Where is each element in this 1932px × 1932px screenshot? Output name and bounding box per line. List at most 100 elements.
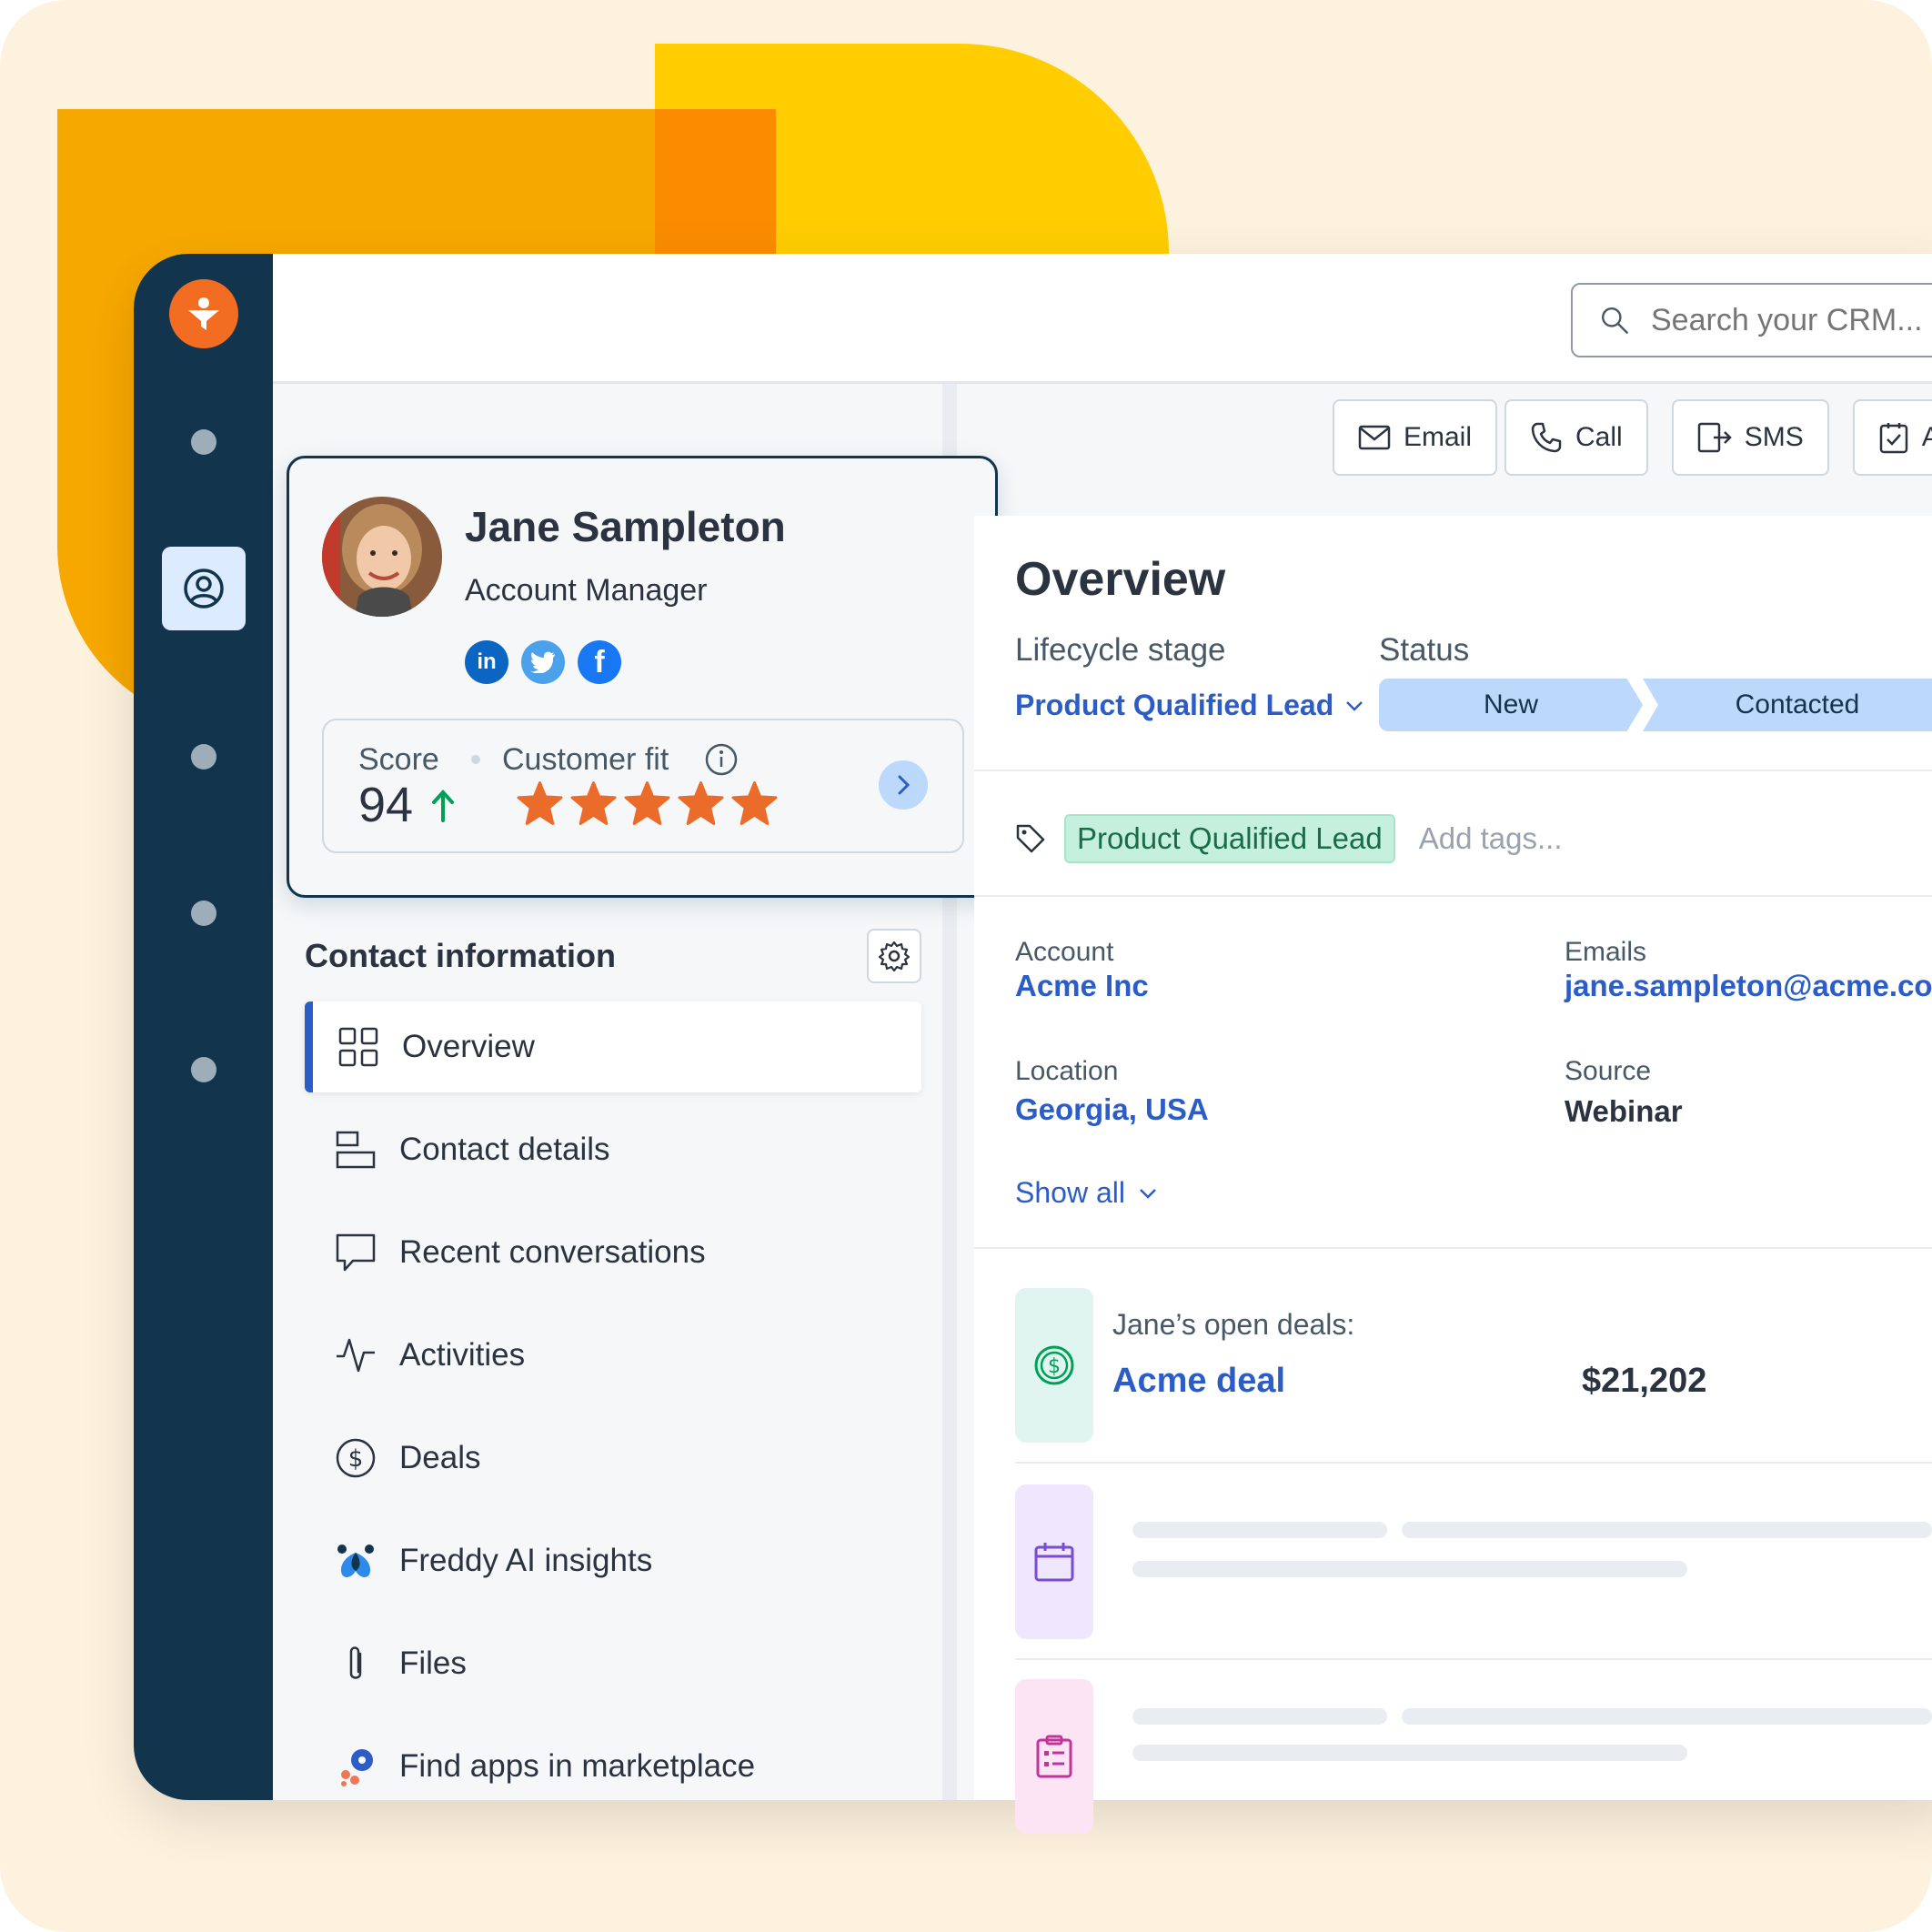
lifecycle-stage-dropdown[interactable]: Product Qualified Lead [1015, 689, 1364, 722]
email-link[interactable]: jane.sampleton@acme.co [1565, 969, 1932, 1003]
call-button[interactable]: Call [1504, 399, 1648, 476]
status-step-new[interactable]: New [1379, 679, 1643, 731]
nav-item-deals[interactable]: $ Deals [305, 1413, 921, 1504]
sms-button-label: SMS [1744, 422, 1804, 452]
gear-icon [878, 941, 911, 972]
rail-nav-dot-1[interactable] [191, 429, 216, 455]
tag-chip[interactable]: Product Qualified Lead [1064, 814, 1395, 863]
star-icon [731, 781, 778, 825]
divider [1015, 1658, 1932, 1660]
search-icon [1602, 307, 1628, 334]
dollar-icon: $ [1034, 1345, 1074, 1385]
chat-icon [334, 1231, 377, 1274]
nav-item-label: Files [399, 1645, 467, 1681]
emails-label: Emails [1565, 937, 1647, 967]
rail-nav-dot-2[interactable] [191, 744, 216, 770]
activity-icon [334, 1333, 377, 1377]
lifecycle-stage-value: Product Qualified Lead [1015, 689, 1334, 721]
contact-name: Jane Sampleton [465, 503, 786, 550]
sms-button[interactable]: SMS [1671, 399, 1829, 476]
nav-item-files[interactable]: Files [305, 1618, 921, 1709]
email-button[interactable]: Email [1333, 399, 1498, 476]
divider [974, 770, 1932, 771]
nav-item-label: Find apps in marketplace [399, 1748, 756, 1784]
settings-button[interactable] [867, 929, 921, 983]
star-icon [678, 781, 724, 825]
page-background: Email Call SMS Ad [0, 0, 1932, 1932]
status-pipeline: New Contacted [1379, 679, 1932, 731]
nav-item-activities[interactable]: Activities [305, 1310, 921, 1401]
call-button-label: Call [1575, 422, 1623, 452]
calendar-icon [1034, 1543, 1074, 1582]
location-link[interactable]: Georgia, USA [1015, 1092, 1209, 1127]
divider [1015, 1462, 1932, 1464]
source-value: Webinar [1565, 1094, 1683, 1128]
open-deals-label: Jane’s open deals: [1112, 1308, 1355, 1341]
dollar-icon: $ [334, 1436, 377, 1480]
arrow-up-icon [432, 790, 454, 822]
twitter-icon[interactable] [521, 640, 565, 684]
tags-row: Product Qualified Lead Add tags... [1015, 814, 1563, 863]
clipboard-icon [1036, 1735, 1072, 1778]
task-icon [1879, 423, 1907, 454]
contact-nav-list: Overview Contact details Recent conversa… [305, 1001, 921, 1824]
nav-item-recent-conversations[interactable]: Recent conversations [305, 1207, 921, 1298]
rail-nav-dot-3[interactable] [191, 901, 216, 926]
sms-icon [1697, 422, 1732, 453]
search-input[interactable] [1651, 302, 1932, 338]
nav-item-label: Activities [399, 1337, 526, 1373]
deal-amount: $21,202 [1582, 1362, 1707, 1400]
search-box[interactable] [1571, 283, 1932, 357]
overview-panel: Overview Lifecycle stage Status Product … [974, 516, 1932, 1834]
details-icon [334, 1128, 377, 1172]
customer-fit-label: Customer fit [502, 742, 669, 777]
nav-item-label: Deals [399, 1440, 481, 1475]
status-step-contacted[interactable]: Contacted [1643, 679, 1932, 731]
score-details-button[interactable] [879, 760, 928, 810]
show-all-button[interactable]: Show all [1015, 1176, 1158, 1210]
add-task-button-label: Ad [1921, 422, 1932, 452]
loading-placeholder [1132, 1708, 1387, 1725]
source-label: Source [1565, 1056, 1652, 1086]
loading-placeholder [1402, 1522, 1932, 1538]
account-link[interactable]: Acme Inc [1015, 969, 1149, 1003]
add-task-button[interactable]: Ad [1852, 399, 1932, 476]
add-tags-input[interactable]: Add tags... [1419, 821, 1563, 856]
marketplace-icon [334, 1745, 377, 1788]
customer-fit-stars [517, 780, 778, 826]
linkedin-icon[interactable]: in [465, 640, 508, 684]
star-icon [517, 781, 563, 825]
paperclip-icon [334, 1642, 377, 1685]
lifecycle-stage-label: Lifecycle stage [1015, 632, 1226, 668]
location-label: Location [1015, 1056, 1119, 1086]
chevron-right-icon [898, 775, 911, 795]
email-button-label: Email [1404, 422, 1473, 452]
contact-information-title: Contact information [305, 937, 616, 974]
nav-item-label: Recent conversations [399, 1234, 706, 1270]
tag-icon [1016, 824, 1045, 853]
score-box: Score Customer fit 94 [322, 719, 964, 853]
form-card-icon [1015, 1679, 1093, 1834]
chevron-down-icon [1346, 700, 1363, 711]
facebook-icon[interactable]: f [578, 640, 621, 684]
nav-item-find-apps[interactable]: Find apps in marketplace [305, 1721, 921, 1812]
loading-placeholder [1132, 1522, 1387, 1538]
svg-text:$: $ [1048, 1355, 1061, 1378]
star-icon [570, 781, 617, 825]
nav-item-overview[interactable]: Overview [305, 1001, 921, 1092]
rail-nav-dot-4[interactable] [191, 1057, 216, 1082]
nav-item-contact-details[interactable]: Contact details [305, 1104, 921, 1195]
nav-item-label: Contact details [399, 1132, 610, 1167]
action-toolbar: Email Call SMS Ad [1333, 399, 1932, 476]
loading-placeholder [1402, 1708, 1932, 1725]
deal-link[interactable]: Acme deal [1112, 1362, 1285, 1401]
nav-item-freddy-ai-insights[interactable]: Freddy AI insights [305, 1515, 921, 1606]
top-bar [273, 254, 1932, 384]
freshsales-logo-icon[interactable] [169, 279, 238, 348]
info-icon[interactable] [704, 742, 739, 777]
contacts-nav-button[interactable] [162, 547, 246, 630]
score-value: 94 [358, 778, 414, 832]
status-label: Status [1379, 632, 1470, 668]
mail-icon [1358, 425, 1391, 450]
svg-text:$: $ [348, 1445, 364, 1473]
